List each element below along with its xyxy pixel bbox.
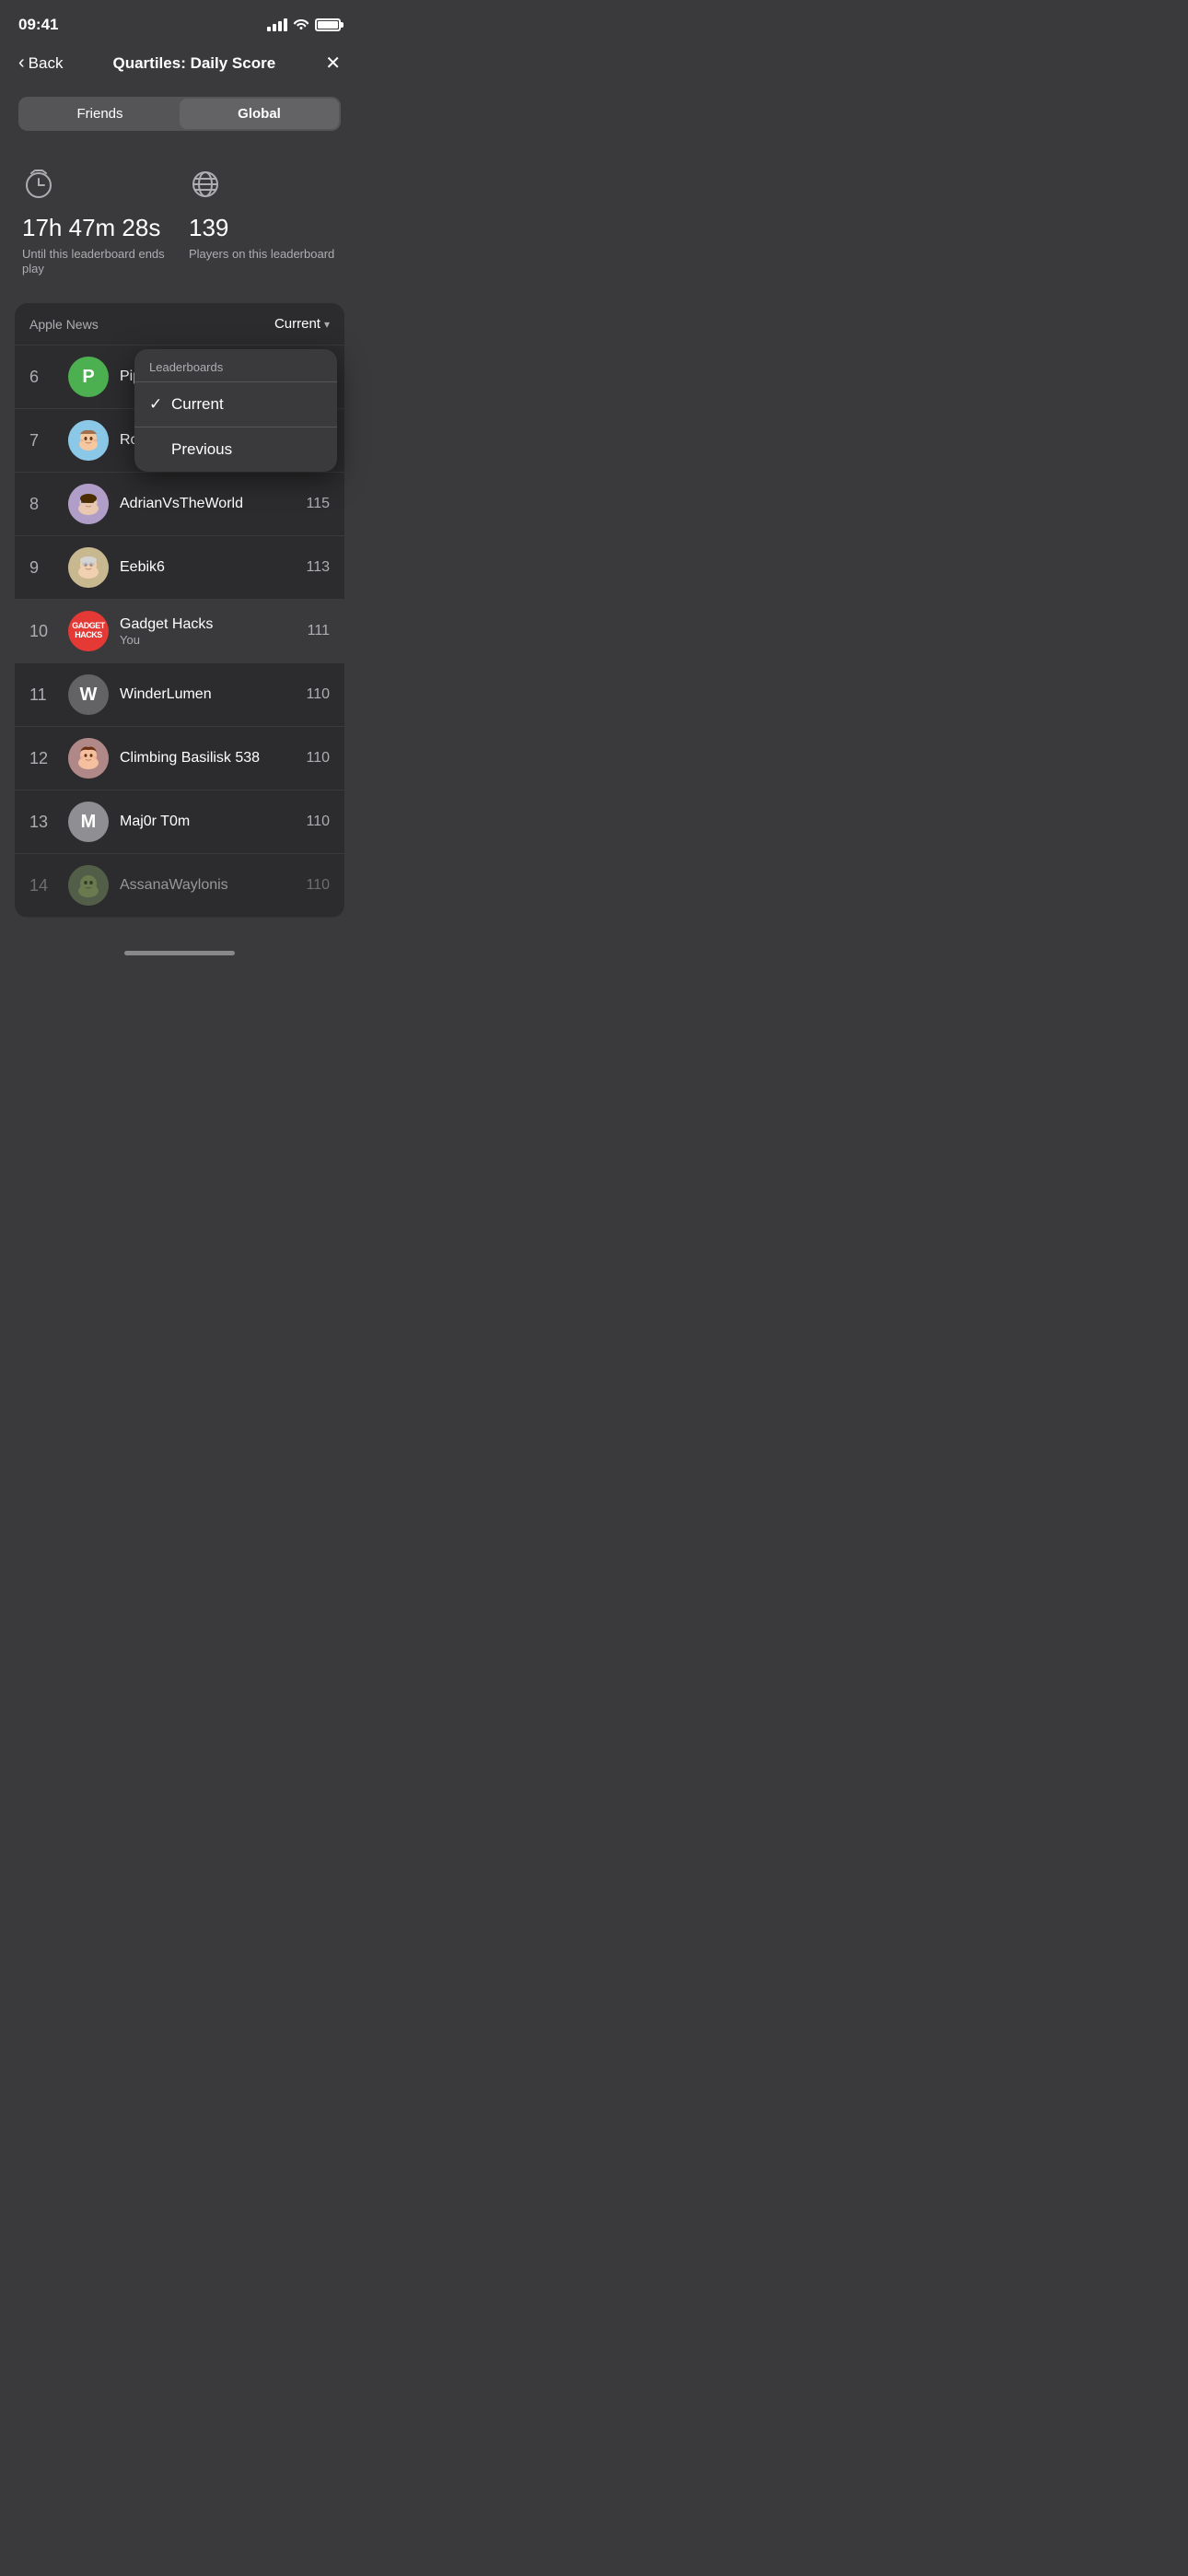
home-indicator (0, 936, 359, 963)
score-11: 110 (306, 686, 330, 703)
timer-icon (22, 168, 170, 205)
avatar-letter-w: W (80, 685, 98, 706)
dropdown-menu: Leaderboards ✓ Current Previous (134, 349, 337, 472)
stat-timer: 17h 47m 28s Until this leaderboard ends … (22, 168, 170, 277)
memoji-grandma-svg (68, 547, 109, 588)
score-14: 110 (306, 877, 330, 894)
avatar-letter-m: M (81, 812, 97, 833)
avatar-maj0rt0m: M (68, 802, 109, 842)
status-time: 09:41 (18, 16, 58, 34)
player-info-9: Eebik6 (120, 559, 306, 576)
player-row-12[interactable]: 12 Climbing Basilisk 538 110 (15, 727, 344, 790)
avatar-brand-text: GADGETHACKS (72, 622, 105, 640)
back-chevron-icon: ‹ (18, 53, 25, 74)
memoji-spy-svg (68, 484, 109, 524)
avatar-letter-p: P (82, 367, 94, 388)
nav-bar: ‹ Back Quartiles: Daily Score ✕ (0, 44, 359, 86)
rank-7: 7 (29, 431, 57, 451)
status-bar: 09:41 (0, 0, 359, 44)
avatar-winderlumen: W (68, 674, 109, 715)
page-title: Quartiles: Daily Score (113, 54, 276, 73)
player-info-8: AdrianVsTheWorld (120, 496, 306, 512)
rank-8: 8 (29, 495, 57, 514)
timer-label: Until this leaderboard ends play (22, 247, 170, 278)
player-info-10: Gadget Hacks You (120, 616, 308, 647)
score-10: 111 (308, 623, 330, 639)
memoji-woman-svg (68, 738, 109, 779)
player-name-11: WinderLumen (120, 686, 306, 703)
segment-global[interactable]: Global (180, 99, 339, 129)
rank-12: 12 (29, 749, 57, 768)
dropdown-header: Leaderboards (134, 349, 337, 382)
back-label: Back (29, 54, 64, 73)
segment-friends[interactable]: Friends (20, 99, 180, 129)
memoji-male-svg (68, 420, 109, 461)
avatar-adrian (68, 484, 109, 524)
player-name-8: AdrianVsTheWorld (120, 496, 306, 512)
player-name-13: Maj0r T0m (120, 814, 306, 830)
home-bar (124, 951, 235, 955)
player-name-9: Eebik6 (120, 559, 306, 576)
player-row-11[interactable]: 11 W WinderLumen 110 (15, 663, 344, 727)
score-12: 110 (306, 750, 330, 767)
score-8: 115 (306, 496, 330, 512)
player-row-9[interactable]: 9 Eebik6 113 (15, 536, 344, 600)
segment-wrapper: Friends Global (0, 86, 359, 149)
memoji-creature-svg (68, 865, 109, 906)
player-row-13[interactable]: 13 M Maj0r T0m 110 (15, 790, 344, 854)
player-info-14: AssanaWaylonis (120, 877, 306, 894)
stat-players: 139 Players on this leaderboard (189, 168, 337, 277)
signal-icon (267, 18, 287, 31)
avatar-gadgethacks: GADGETHACKS (68, 611, 109, 651)
player-name-10: Gadget Hacks (120, 616, 308, 633)
player-info-13: Maj0r T0m (120, 814, 306, 830)
rank-13: 13 (29, 813, 57, 832)
filter-label: Current (274, 316, 320, 332)
leaderboard-header: Apple News Current ▾ (15, 303, 344, 345)
player-row-10[interactable]: 10 GADGETHACKS Gadget Hacks You 111 (15, 600, 344, 663)
avatar-climbingbasilisk (68, 738, 109, 779)
stats-section: 17h 47m 28s Until this leaderboard ends … (0, 149, 359, 303)
check-icon: ✓ (149, 395, 171, 414)
player-row-8[interactable]: 8 AdrianVsTheWorld 115 (15, 473, 344, 536)
rank-11: 11 (29, 685, 57, 705)
player-row-14[interactable]: 14 AssanaWaylonis 110 (15, 854, 344, 918)
dropdown-previous-label: Previous (171, 440, 322, 459)
player-info-11: WinderLumen (120, 686, 306, 703)
avatar-rossv (68, 420, 109, 461)
status-icons (267, 17, 341, 34)
leaderboard-container: Apple News Current ▾ Leaderboards ✓ Curr… (15, 303, 344, 918)
rank-10: 10 (29, 622, 57, 641)
wifi-icon (293, 17, 309, 34)
globe-icon (189, 168, 337, 205)
rank-6: 6 (29, 368, 57, 387)
close-button[interactable]: ✕ (325, 52, 341, 75)
leaderboard-source: Apple News (29, 317, 99, 332)
players-label: Players on this leaderboard (189, 247, 337, 263)
dropdown-item-current[interactable]: ✓ Current (134, 382, 337, 427)
rank-14: 14 (29, 876, 57, 896)
player-info-12: Climbing Basilisk 538 (120, 750, 306, 767)
dropdown-item-previous[interactable]: Previous (134, 427, 337, 472)
segment-control: Friends Global (18, 97, 341, 131)
player-you-label: You (120, 633, 308, 647)
dropdown-current-label: Current (171, 395, 322, 414)
filter-chevron-icon: ▾ (324, 318, 330, 331)
avatar-piped: P (68, 357, 109, 397)
avatar-assana (68, 865, 109, 906)
battery-icon (315, 18, 341, 31)
players-value: 139 (189, 215, 337, 241)
back-button[interactable]: ‹ Back (18, 53, 63, 74)
rank-9: 9 (29, 558, 57, 578)
player-name-12: Climbing Basilisk 538 (120, 750, 306, 767)
timer-value: 17h 47m 28s (22, 215, 170, 241)
avatar-eebik6 (68, 547, 109, 588)
player-name-14: AssanaWaylonis (120, 877, 306, 894)
leaderboard-filter-button[interactable]: Current ▾ (274, 316, 330, 332)
score-13: 110 (306, 814, 330, 830)
score-9: 113 (306, 559, 330, 576)
